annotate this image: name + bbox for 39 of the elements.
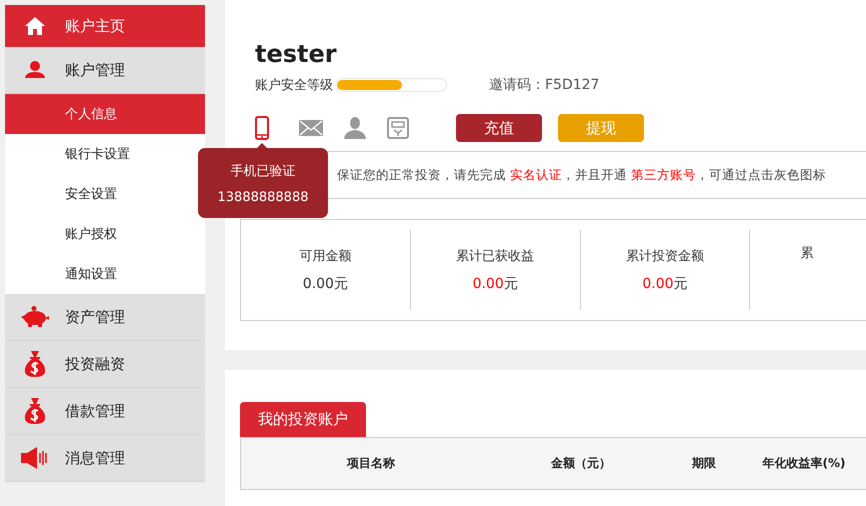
sidebar-item[interactable]: 账户管理 <box>5 47 205 94</box>
stat-value: 0.00元 <box>302 275 348 293</box>
person-icon[interactable] <box>343 117 367 139</box>
sidebar-item[interactable]: 账户主页 <box>5 5 205 47</box>
id-card-icon[interactable] <box>387 117 409 139</box>
column-header: 金额（元） <box>550 455 612 472</box>
column-header: 年化收益率(%) <box>761 455 846 472</box>
stat-label: 累计已获收益 <box>456 248 534 265</box>
stat-label: 累计投资金额 <box>626 248 704 265</box>
notice-text: 保证您的正常投资，请先完成 实名认证，并且开通 第三方账号，可通过点击灰色图标 <box>337 166 826 184</box>
sidebar-item[interactable]: 投资融资 <box>5 341 205 388</box>
stat-value: 0.00元 <box>472 275 518 293</box>
stat-label: 可用金额 <box>299 248 352 265</box>
username: tester <box>255 40 337 68</box>
submenu-item[interactable]: 账户授权 <box>5 214 205 254</box>
sidebar-item[interactable]: 借款管理 <box>5 388 205 435</box>
tooltip-phone: 13888888888 <box>218 190 308 204</box>
column-header: 期限 <box>691 455 717 472</box>
phone-icon[interactable] <box>255 116 269 140</box>
submenu-item[interactable]: 银行卡设置 <box>5 134 205 174</box>
home-icon <box>24 16 46 36</box>
submenu-item[interactable]: 通知设置 <box>5 254 205 294</box>
stat-label: 累 <box>800 245 814 262</box>
sidebar-item[interactable]: 消息管理 <box>5 435 205 482</box>
envelope-icon[interactable] <box>299 120 323 136</box>
security-level-label: 账户安全等级 <box>255 77 333 94</box>
money-bag-icon <box>23 397 47 425</box>
sidebar-item[interactable]: 资产管理 <box>5 294 205 341</box>
piggy-bank-icon <box>21 306 49 328</box>
speaker-icon <box>21 447 49 469</box>
recharge-button[interactable]: 充值 <box>456 114 542 142</box>
money-bag-icon <box>23 350 47 378</box>
submenu-item[interactable]: 个人信息 <box>5 94 205 134</box>
invite-code: 邀请码：F5D127 <box>489 76 600 94</box>
investment-tab[interactable]: 我的投资账户 <box>240 402 366 437</box>
person-icon <box>24 61 46 79</box>
tooltip-title: 手机已验证 <box>230 162 296 180</box>
stat-value: 0.00元 <box>642 275 688 293</box>
column-header: 项目名称 <box>346 455 396 472</box>
